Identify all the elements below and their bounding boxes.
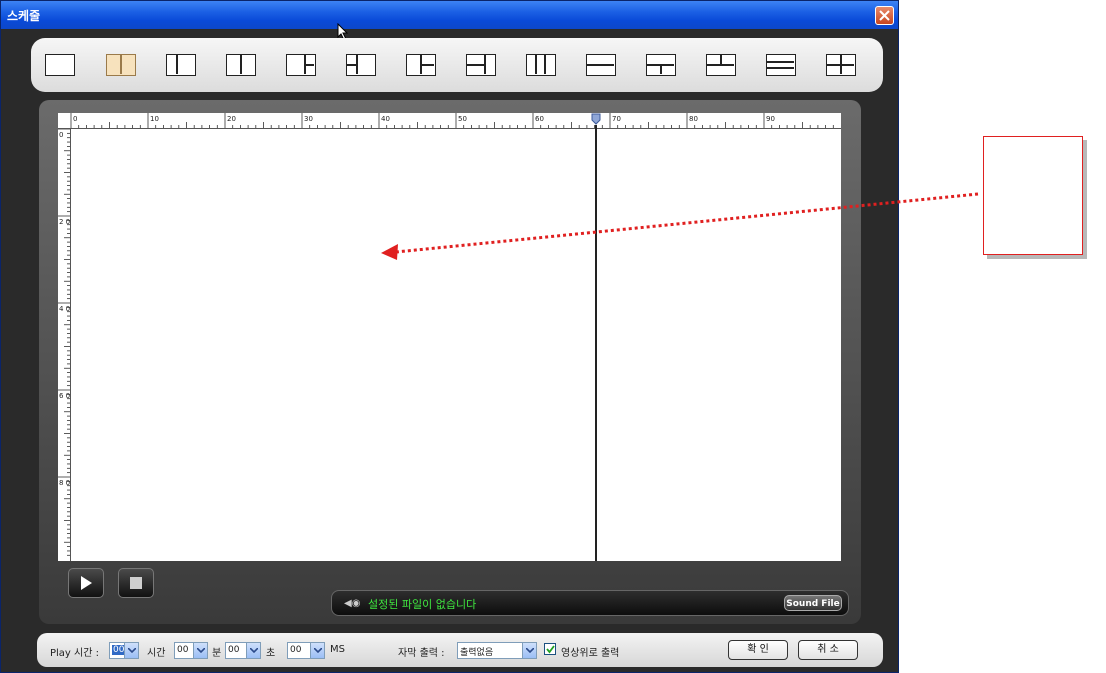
annotation-arrow [381,192,979,260]
